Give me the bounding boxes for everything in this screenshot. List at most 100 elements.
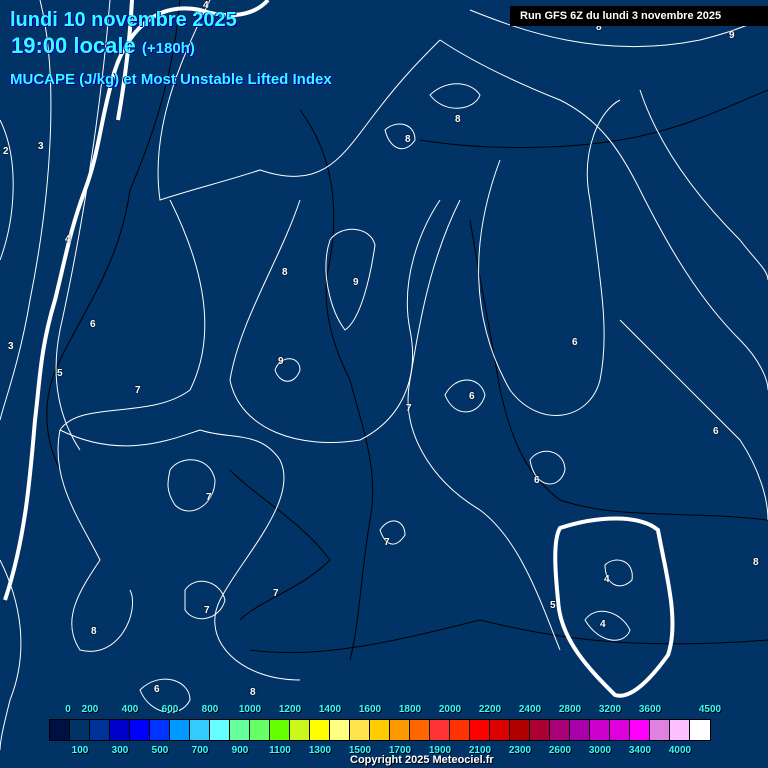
copyright: Copyright 2025 Meteociel.fr xyxy=(350,754,494,766)
colorbar-swatch xyxy=(389,719,411,741)
contour-label: 9 xyxy=(353,277,359,288)
parameter-title: MUCAPE (J/kg) et Most Unstable Lifted In… xyxy=(10,71,332,88)
contour-label: 8 xyxy=(91,626,97,637)
colorbar-swatch xyxy=(89,719,111,741)
colorbar-swatch xyxy=(169,719,191,741)
colorbar-swatch xyxy=(309,719,331,741)
colorbar-bottom-label: 2300 xyxy=(508,745,532,756)
colorbar-top-label: 200 xyxy=(81,704,99,715)
colorbar-top-label: 2000 xyxy=(438,704,462,715)
colorbar-top-label: 2400 xyxy=(518,704,542,715)
colorbar-swatch xyxy=(549,719,571,741)
colorbar-swatch xyxy=(69,719,91,741)
colorbar-swatch xyxy=(469,719,491,741)
contour-label: 5 xyxy=(550,600,556,611)
contour-label: 4 xyxy=(65,234,71,245)
colorbar-top-label: 1200 xyxy=(278,704,302,715)
colorbar-bottom-label: 100 xyxy=(71,745,89,756)
colorbar-swatch xyxy=(629,719,651,741)
contour-label: 8 xyxy=(455,114,461,125)
run-info: Run GFS 6Z du lundi 3 novembre 2025 xyxy=(510,6,768,26)
colorbar-top-label: 2800 xyxy=(558,704,582,715)
colorbar-top-label: 400 xyxy=(121,704,139,715)
colorbar-swatch xyxy=(409,719,431,741)
contour-label: 9 xyxy=(729,30,735,41)
contour-layer xyxy=(0,0,768,751)
colorbar-swatch xyxy=(349,719,371,741)
lead-time: (+180h) xyxy=(141,40,195,57)
colorbar-bottom-label: 3000 xyxy=(588,745,612,756)
country-borders xyxy=(46,0,768,661)
colorbar-swatch xyxy=(489,719,511,741)
colorbar-swatch xyxy=(229,719,251,741)
contour-label: 6 xyxy=(572,337,578,348)
colorbar-bottom-label: 4000 xyxy=(668,745,692,756)
contour-label: 7 xyxy=(206,492,212,503)
contour-label: 5 xyxy=(57,368,63,379)
colorbar-top-label: 600 xyxy=(161,704,179,715)
contour-label: 2 xyxy=(3,146,9,157)
contour-label: 8 xyxy=(753,557,759,568)
colorbar-top-label: 3200 xyxy=(598,704,622,715)
colorbar-bottom-label: 2600 xyxy=(548,745,572,756)
colorbar-swatch xyxy=(529,719,551,741)
colorbar-swatch xyxy=(109,719,131,741)
colorbar-swatch xyxy=(509,719,531,741)
contour-label: 7 xyxy=(204,605,210,616)
colorbar-top-label: 2200 xyxy=(478,704,502,715)
colorbar-swatch xyxy=(249,719,271,741)
contour-label: 3 xyxy=(38,141,44,152)
weather-map: 4892388489636957766767845774868 lundi 10… xyxy=(0,0,768,768)
contour-label: 6 xyxy=(469,391,475,402)
colorbar-bottom-label: 500 xyxy=(151,745,169,756)
colorbar-swatch xyxy=(189,719,211,741)
contour-label: 3 xyxy=(8,341,14,352)
colorbar-swatch xyxy=(149,719,171,741)
contour-label: 4 xyxy=(604,574,610,585)
forecast-time: 19:00 locale (+180h) xyxy=(11,33,195,59)
colorbar-bottom-label: 3400 xyxy=(628,745,652,756)
colorbar-bottom-label: 1100 xyxy=(269,745,291,756)
colorbar-swatch xyxy=(269,719,291,741)
colorbar-top-label: 4500 xyxy=(698,704,722,715)
colorbar-swatch xyxy=(689,719,711,741)
colorbar-swatch xyxy=(569,719,591,741)
colorbar-top-label: 1600 xyxy=(358,704,382,715)
colorbar-swatch xyxy=(369,719,391,741)
colorbar-swatch xyxy=(649,719,671,741)
forecast-date: lundi 10 novembre 2025 xyxy=(10,9,237,31)
li-contours xyxy=(0,0,768,751)
contour-label: 7 xyxy=(406,403,412,414)
contour-label: 6 xyxy=(154,684,160,695)
contour-label: 7 xyxy=(384,537,390,548)
colorbar-swatch xyxy=(449,719,471,741)
contour-label: 7 xyxy=(273,588,279,599)
colorbar-top-label: 1000 xyxy=(238,704,262,715)
contour-label: 7 xyxy=(135,385,141,396)
colorbar-swatch xyxy=(609,719,631,741)
colorbar-swatch xyxy=(49,719,71,741)
colorbar-bottom-label: 300 xyxy=(111,745,129,756)
contour-label: 6 xyxy=(90,319,96,330)
colorbar-bottom-label: 900 xyxy=(231,745,249,756)
colorbar-bottom-label: 1300 xyxy=(308,745,332,756)
colorbar-swatch xyxy=(429,719,451,741)
colorbar-top-label: 1400 xyxy=(318,704,342,715)
colorbar-swatch xyxy=(589,719,611,741)
contour-label: 4 xyxy=(600,619,606,630)
contour-label: 8 xyxy=(282,267,288,278)
contour-label: 9 xyxy=(278,356,284,367)
colorbar-bottom-label: 700 xyxy=(191,745,209,756)
contour-label: 8 xyxy=(405,134,411,145)
colorbar-swatch xyxy=(129,719,151,741)
colorbar-swatch xyxy=(669,719,691,741)
colorbar-swatch xyxy=(289,719,311,741)
colorbar-swatch xyxy=(209,719,231,741)
colorbar-swatch xyxy=(329,719,351,741)
contour-label: 6 xyxy=(713,426,719,437)
local-time: 19:00 locale xyxy=(11,33,136,58)
contour-label: 8 xyxy=(250,687,256,698)
colorbar-top-label: 1800 xyxy=(398,704,422,715)
colorbar-top-label: 3600 xyxy=(638,704,662,715)
contour-label: 6 xyxy=(534,475,540,486)
